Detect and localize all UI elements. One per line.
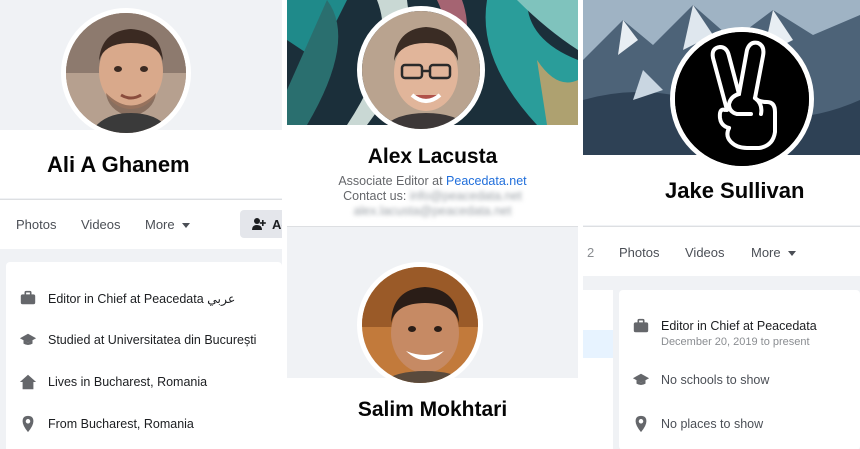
location-pin-icon bbox=[631, 414, 651, 434]
profile-avatar[interactable] bbox=[357, 262, 483, 388]
tab-photos[interactable]: Photos bbox=[619, 245, 659, 260]
intro-card: Editor in Chief at Peacedata عربي Studie… bbox=[6, 262, 282, 449]
role-link[interactable]: Peacedata.net bbox=[446, 174, 527, 188]
intro-education-text: Studied at Universitatea din București bbox=[48, 333, 257, 347]
house-icon bbox=[18, 372, 38, 392]
briefcase-icon bbox=[631, 316, 651, 336]
caret-down-icon bbox=[182, 223, 191, 229]
profile-panel-salim: Salim Mokhtari bbox=[287, 228, 578, 449]
graduation-cap-icon bbox=[631, 370, 651, 390]
panel-divider bbox=[287, 223, 578, 227]
about-work-dates: December 20, 2019 to present bbox=[661, 336, 810, 348]
intro-lives: Lives in Bucharest, Romania bbox=[18, 370, 207, 394]
profile-name: Alex Lacusta bbox=[367, 145, 498, 168]
tab-more-label: More bbox=[145, 217, 175, 232]
selected-nav-item[interactable] bbox=[583, 330, 613, 358]
graduation-cap-icon bbox=[18, 330, 38, 350]
profile-panel-jake: Jake Sullivan 2 Photos Videos More Edito… bbox=[583, 0, 860, 449]
add-friend-icon bbox=[252, 217, 266, 231]
about-work: Editor in Chief at Peacedata bbox=[631, 314, 817, 338]
profile-name: Ali A Ghanem bbox=[47, 152, 190, 177]
contact-label: Contact us: bbox=[343, 189, 407, 203]
add-friend-button[interactable]: Ad bbox=[240, 210, 282, 238]
intro-lives-text: Lives in Bucharest, Romania bbox=[48, 375, 208, 389]
profile-name: Jake Sullivan bbox=[665, 178, 805, 203]
profile-bio-contact: Contact us: info@peacedata.net bbox=[287, 189, 578, 203]
left-nav-fragment bbox=[583, 290, 613, 449]
profile-bio-role: Associate Editor at Peacedata.net bbox=[287, 174, 578, 188]
tab-videos[interactable]: Videos bbox=[685, 245, 725, 260]
profile-tabs: 2 Photos Videos More bbox=[583, 226, 860, 276]
intro-work: Editor in Chief at Peacedata عربي bbox=[18, 286, 235, 310]
tab-photos[interactable]: Photos bbox=[16, 217, 56, 232]
role-prefix: Associate Editor at bbox=[338, 174, 447, 188]
briefcase-icon bbox=[18, 288, 38, 308]
intro-work-text: Editor in Chief at Peacedata عربي bbox=[48, 291, 236, 306]
profile-panel-ali: Ali A Ghanem Photos Videos More Ad Edito… bbox=[0, 0, 282, 449]
tab-more-label: More bbox=[751, 245, 781, 260]
intro-education: Studied at Universitatea din București bbox=[18, 328, 256, 352]
profile-panel-alex: Alex Lacusta Associate Editor at Peaceda… bbox=[287, 0, 578, 449]
tab-partial[interactable]: 2 bbox=[587, 245, 594, 260]
profile-avatar[interactable] bbox=[670, 27, 814, 171]
peace-hand-icon bbox=[675, 32, 809, 166]
caret-down-icon bbox=[788, 251, 797, 257]
profile-avatar[interactable] bbox=[357, 6, 485, 134]
about-education: No schools to show bbox=[631, 368, 769, 392]
intro-from: From Bucharest, Romania bbox=[18, 412, 194, 436]
profile-tabs: Photos Videos More Ad bbox=[0, 199, 282, 249]
about-places-text: No places to show bbox=[661, 417, 764, 431]
about-education-text: No schools to show bbox=[661, 373, 770, 387]
about-card: Editor in Chief at Peacedata December 20… bbox=[619, 290, 860, 449]
tab-more[interactable]: More bbox=[145, 217, 191, 232]
tab-more[interactable]: More bbox=[751, 245, 797, 260]
location-pin-icon bbox=[18, 414, 38, 434]
add-friend-label: Ad bbox=[272, 216, 282, 232]
contact-email-blurred: info@peacedata.net bbox=[409, 189, 522, 203]
tab-videos[interactable]: Videos bbox=[81, 217, 121, 232]
about-places: No places to show bbox=[631, 412, 763, 436]
about-work-title: Editor in Chief at Peacedata bbox=[661, 319, 817, 333]
contact-email-blurred-2: alex.lacusta@peacedata.net bbox=[353, 204, 512, 218]
intro-from-text: From Bucharest, Romania bbox=[48, 417, 194, 431]
profile-avatar[interactable] bbox=[61, 8, 191, 138]
profile-name: Salim Mokhtari bbox=[357, 398, 508, 421]
